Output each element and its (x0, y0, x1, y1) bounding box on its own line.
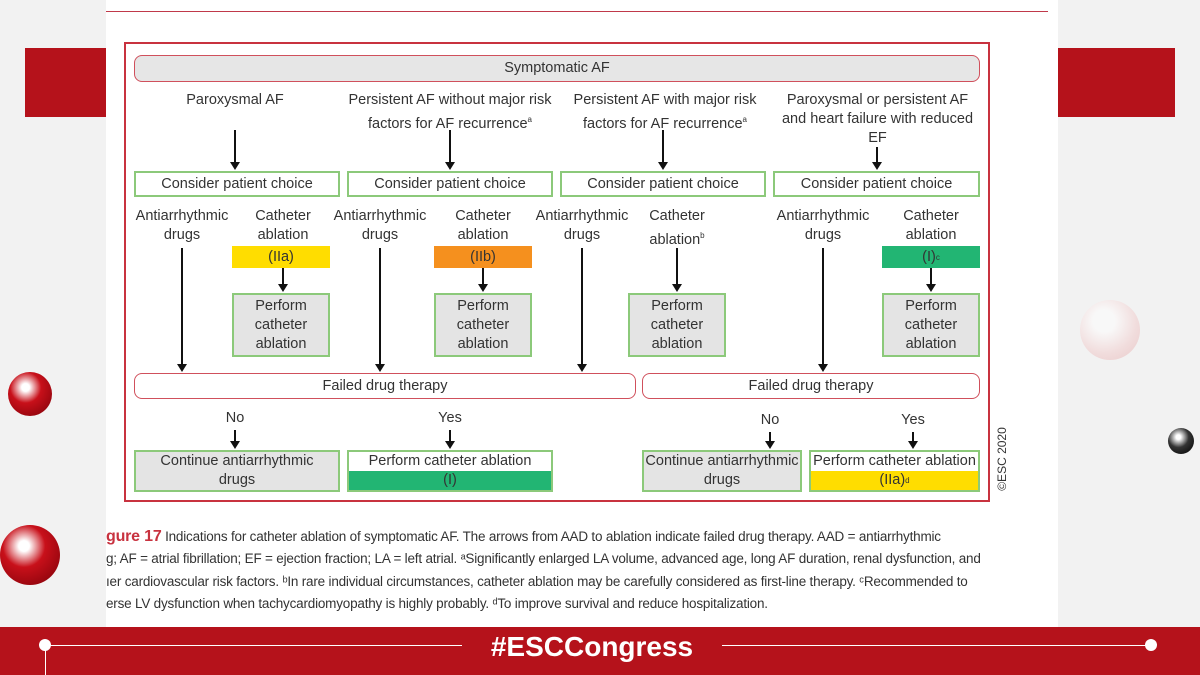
continue-aad-box: Continue antiarrhythmic drugs (134, 450, 340, 492)
arrow-line (234, 130, 236, 163)
arrow-head (230, 441, 240, 449)
failed-drug-therapy-left: Failed drug therapy (134, 373, 636, 399)
ca-label: Catheter ablation (455, 208, 511, 243)
footer-dot (39, 639, 51, 651)
perform-ablation-class-iia: Perform catheter ablation (IIa) d (809, 450, 980, 492)
heading-persistent-risk: Persistent AF with major risk factors fo… (565, 91, 765, 134)
aad-label: Antiarrhythmic drugs (333, 208, 427, 243)
decorative-ball (8, 372, 52, 416)
caption-line-3: ıer cardiovascular risk factors. ᵇIn rar… (106, 574, 968, 589)
arrow-head (278, 284, 288, 292)
continue-aad-box: Continue antiarrhythmic drugs (642, 450, 802, 492)
ca-label: Catheter ablationb (637, 207, 717, 250)
arrow-head (872, 162, 882, 170)
arrow-head (577, 364, 587, 372)
arrow-head (177, 364, 187, 372)
arrow-head (818, 364, 828, 372)
right-red-band (1058, 48, 1175, 117)
left-red-band (25, 48, 106, 117)
footnote-c: c (935, 252, 940, 262)
class-iib-badge: (IIb) (434, 246, 532, 268)
copyright: ©ESC 2020 (995, 427, 1009, 491)
heading-persistent-no-risk: Persistent AF without major risk factors… (345, 91, 555, 134)
heading-text: Persistent AF with major risk factors fo… (573, 92, 757, 132)
arrow-head (445, 162, 455, 170)
choice-box: Consider patient choice (347, 171, 553, 197)
arrow-head (926, 284, 936, 292)
aad-label: Antiarrhythmic drugs (535, 208, 629, 243)
failed-drug-therapy-right: Failed drug therapy (642, 373, 980, 399)
footnote-b: b (700, 231, 705, 240)
caption-text: Indications for catheter ablation of sym… (165, 529, 941, 544)
footnote-a: a (742, 115, 747, 124)
heading-text: Persistent AF without major risk factors… (348, 92, 552, 132)
top-divider (106, 11, 1048, 12)
decorative-ball (1168, 428, 1194, 454)
arrow-line (822, 248, 824, 365)
root-node: Symptomatic AF (134, 55, 980, 82)
choice-box: Consider patient choice (560, 171, 766, 197)
no-label: No (760, 412, 780, 428)
decorative-ball (0, 525, 60, 585)
caption-line-1: gure 17 Indications for catheter ablatio… (106, 528, 941, 546)
arrow-head (230, 162, 240, 170)
ca-text: Catheter ablation (649, 208, 705, 248)
perform-ablation-box: Perform catheter ablation (232, 293, 330, 357)
ca-label: Catheter ablation (903, 208, 959, 243)
heading-paroxysmal: Paroxysmal AF (186, 92, 284, 108)
arrow-head (445, 441, 455, 449)
aad-label: Antiarrhythmic drugs (776, 208, 870, 243)
arrow-line (379, 248, 381, 365)
class-i-badge: (I) (349, 471, 551, 490)
arrow-line (581, 248, 583, 365)
arrow-line (482, 268, 484, 285)
class-text: (IIa) (879, 472, 906, 488)
heading-hf-ref: Paroxysmal or persistent AF and heart fa… (781, 92, 974, 146)
arrow-line (930, 268, 932, 285)
hashtag: #ESCCongress (462, 630, 722, 664)
perform-ablation-box: Perform catheter ablation (434, 293, 532, 357)
footnote-a: a (527, 115, 532, 124)
caption-line-4: erse LV dysfunction when tachycardiomyop… (106, 596, 768, 611)
yes-label: Yes (438, 410, 462, 426)
arrow-line (181, 248, 183, 365)
footnote-d: d (905, 476, 910, 485)
arrow-head (375, 364, 385, 372)
class-iia-badge: (IIa) d (811, 471, 978, 490)
arrow-head (658, 162, 668, 170)
class-iia-badge: (IIa) (232, 246, 330, 268)
perform-ablation-class-i: Perform catheter ablation (I) (347, 450, 553, 492)
arrow-line (282, 268, 284, 285)
class-i-badge: (I) c (882, 246, 980, 268)
arrow-line (449, 130, 451, 163)
footer-dot (1145, 639, 1157, 651)
aad-label: Antiarrhythmic drugs (135, 208, 229, 243)
no-label: No (225, 410, 245, 426)
yes-label: Yes (901, 412, 925, 428)
arrow-head (765, 441, 775, 449)
perform-text: Perform catheter ablation (813, 453, 976, 469)
perform-ablation-box: Perform catheter ablation (628, 293, 726, 357)
choice-box: Consider patient choice (773, 171, 980, 197)
figure-label: gure 17 (106, 528, 162, 545)
arrow-head (672, 284, 682, 292)
ca-label: Catheter ablation (255, 208, 311, 243)
arrow-head (908, 441, 918, 449)
caption-line-2: g; AF = atrial fibrillation; EF = ejecti… (106, 551, 981, 566)
perform-ablation-box: Perform catheter ablation (882, 293, 980, 357)
arrow-line (876, 147, 878, 163)
arrow-line (662, 130, 664, 163)
perform-text: Perform catheter ablation (368, 453, 532, 469)
class-text: (I) (922, 249, 936, 265)
arrow-head (478, 284, 488, 292)
decorative-ball (1080, 300, 1140, 360)
arrow-line (676, 248, 678, 285)
choice-box: Consider patient choice (134, 171, 340, 197)
